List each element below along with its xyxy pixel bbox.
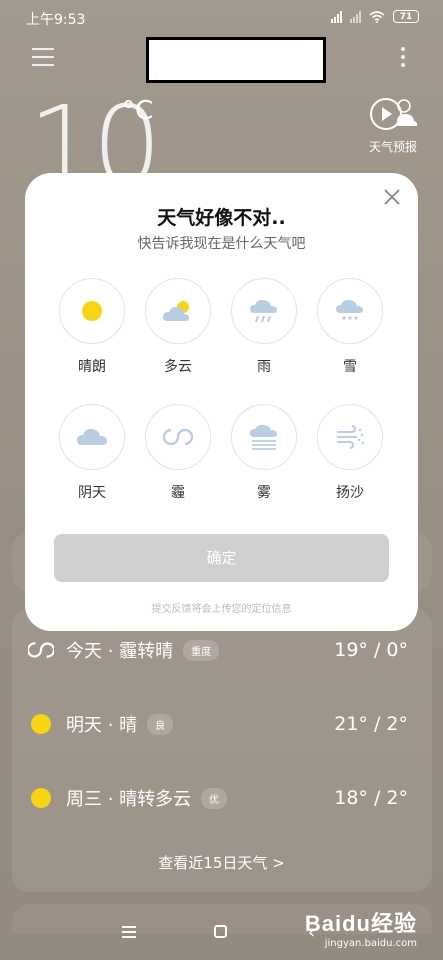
daily-row-wednesday[interactable]: 周三 · 晴转多云 优 18° / 2° — [28, 778, 408, 818]
watermark-url: jingyan.baidu.com — [324, 938, 417, 949]
rain-icon — [250, 299, 277, 323]
option-circle — [59, 278, 125, 344]
nav-menu-icon[interactable] — [122, 926, 136, 941]
option-rain[interactable]: 雨 — [229, 278, 299, 376]
option-circle — [317, 404, 383, 470]
weather-feedback-dialog: 天气好像不对.. 快告诉我现在是什么天气吧 晴朗 多云 雨 雪 阴天 霾 雾 扬… — [25, 173, 418, 631]
confirm-button[interactable]: 确定 — [54, 534, 389, 582]
option-haze[interactable]: 霾 — [143, 404, 213, 502]
option-circle — [145, 278, 211, 344]
haze-icon — [162, 428, 194, 446]
haze-icon — [28, 637, 54, 663]
status-icons: 71 — [331, 10, 419, 23]
daily-row-today[interactable]: 今天 · 霾转晴 重度 19° / 0° — [28, 630, 408, 670]
daily-row-tomorrow[interactable]: 明天 · 晴 良 21° / 2° — [28, 704, 408, 744]
city-title-redacted — [146, 37, 326, 83]
option-sand[interactable]: 扬沙 — [315, 404, 385, 502]
option-label: 雨 — [257, 359, 271, 375]
forecast-label: 天气预报 — [368, 140, 417, 154]
overcast-icon — [77, 428, 107, 445]
option-overcast[interactable]: 阴天 — [57, 404, 127, 502]
more-vertical-icon[interactable] — [401, 47, 405, 67]
option-label: 霾 — [171, 485, 185, 501]
option-label: 扬沙 — [336, 485, 364, 501]
forecast-play-icon — [370, 98, 418, 130]
option-cloudy[interactable]: 多云 — [143, 278, 213, 376]
watermark-brand: Baidu经验 — [304, 911, 417, 936]
menu-icon[interactable] — [32, 48, 54, 66]
option-label: 晴朗 — [78, 359, 106, 375]
option-snow[interactable]: 雪 — [315, 278, 385, 376]
option-circle — [59, 404, 125, 470]
option-label: 雪 — [343, 359, 357, 375]
temperature-unit: °C — [122, 96, 154, 126]
daily-day-label: 今天 · 霾转晴 — [66, 641, 174, 662]
option-label: 阴天 — [78, 485, 106, 501]
status-bar: 上午9:53 71 — [0, 0, 443, 34]
snow-icon — [336, 299, 363, 320]
sun-icon — [28, 711, 54, 737]
option-fog[interactable]: 雾 — [229, 404, 299, 502]
status-time: 上午9:53 — [26, 12, 86, 28]
signal-icon — [331, 10, 342, 23]
option-circle — [317, 278, 383, 344]
daily-day-label: 周三 · 晴转多云 — [66, 789, 192, 810]
daily-temp-range: 19° / 0° — [334, 639, 408, 661]
aqi-badge: 优 — [201, 787, 228, 809]
aqi-badge: 重度 — [183, 639, 220, 661]
daily-day-label: 明天 · 晴 — [66, 715, 138, 736]
fog-icon — [250, 424, 277, 450]
location-note: 提交反馈将会上传您的定位信息 — [151, 604, 292, 615]
aqi-badge: 良 — [147, 713, 174, 735]
view-15-days-link[interactable]: 查看近15日天气 > — [0, 852, 443, 873]
partly-cloudy-icon — [163, 301, 189, 321]
option-circle — [145, 404, 211, 470]
sun-icon — [28, 785, 54, 811]
daily-temp-range: 18° / 2° — [334, 787, 408, 809]
option-label: 雾 — [257, 485, 271, 501]
nav-home-icon[interactable] — [214, 925, 227, 938]
daily-temp-range: 21° / 2° — [334, 713, 408, 735]
option-circle — [231, 278, 297, 344]
dialog-subtitle: 快告诉我现在是什么天气吧 — [137, 236, 306, 252]
sun-icon — [82, 301, 102, 321]
signal-2-icon — [350, 10, 361, 23]
watermark: Baidu经验 jingyan.baidu.com — [305, 906, 417, 949]
dialog-title: 天气好像不对.. — [157, 207, 286, 229]
option-sunny[interactable]: 晴朗 — [57, 278, 127, 376]
option-label: 多云 — [164, 359, 192, 375]
option-circle — [231, 404, 297, 470]
battery-icon: 71 — [393, 10, 419, 23]
sand-icon — [337, 425, 365, 449]
wifi-icon — [369, 10, 385, 23]
forecast-button[interactable]: 天气预报 — [365, 94, 421, 155]
